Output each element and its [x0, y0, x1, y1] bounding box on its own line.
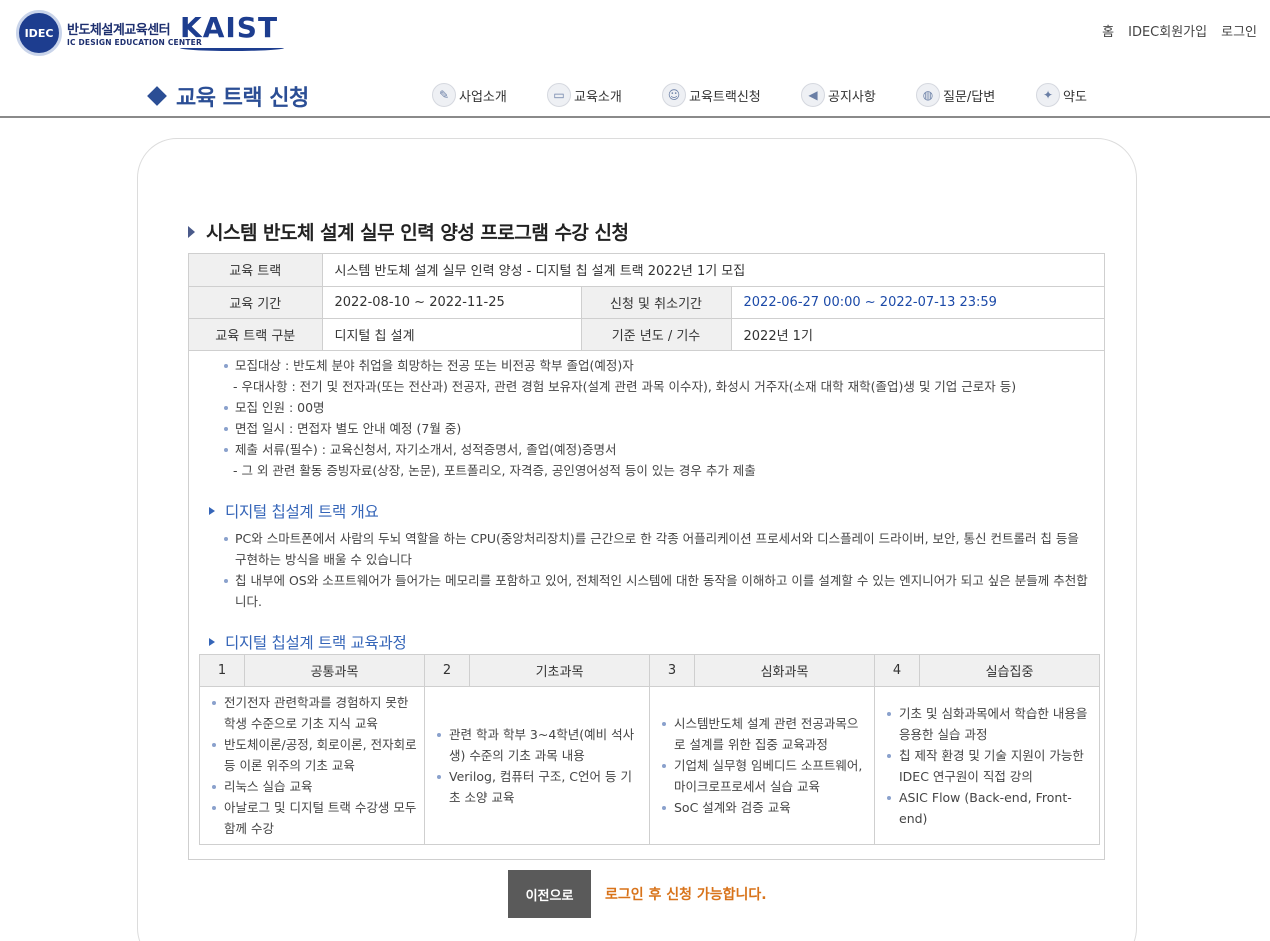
recruit-info: 모집대상 : 반도체 분야 취업을 희망하는 전공 또는 비전공 학부 졸업(예…: [189, 351, 1104, 481]
course-cell-advanced: 시스템반도체 설계 관련 전공과목으로 설계를 위한 집중 교육과정 기업체 실…: [649, 686, 875, 845]
track-label: 교육 트랙: [189, 254, 323, 287]
triangle-bullet-icon: [209, 506, 215, 515]
login-link[interactable]: 로그인: [1221, 21, 1257, 40]
list-item: ASIC Flow (Back-end, Front-end): [887, 787, 1093, 829]
page-title-text: 교육 트랙 신청: [176, 86, 309, 111]
track-value: 시스템 반도체 설계 실무 인력 양성 - 디지털 칩 설계 트랙 2022년 …: [322, 254, 1104, 287]
list-item: 모집 인원 : 00명: [224, 397, 1104, 418]
course-num: 1: [199, 654, 245, 687]
course-num: 2: [424, 654, 470, 687]
map-pin-icon: ✦: [1036, 83, 1060, 107]
login-required-note: 로그인 후 신청 가능합니다.: [605, 887, 767, 903]
kaist-logo[interactable]: KAIST: [180, 13, 284, 51]
nav-item-business[interactable]: ✎ 사업소개: [432, 83, 547, 107]
list-item: 전기전자 관련학과를 경험하지 못한 학생 수준으로 기초 지식 교육: [212, 692, 418, 734]
nav-item-map[interactable]: ✦ 약도: [1036, 83, 1116, 107]
list-item: 제출 서류(필수) : 교육신청서, 자기소개서, 성적증명서, 졸업(예정)증…: [224, 439, 1104, 460]
list-item: 칩 내부에 OS와 소프트웨어가 들어가는 메모리를 포함하고 있어, 전체적인…: [224, 570, 1092, 612]
globe-icon: ◍: [916, 83, 940, 107]
table-row: 교육 기간 2022-08-10 ~ 2022-11-25 신청 및 취소기간 …: [189, 286, 1104, 319]
program-info-table: 교육 트랙 시스템 반도체 설계 실무 인력 양성 - 디지털 칩 설계 트랙 …: [189, 254, 1104, 351]
nav-item-notice[interactable]: ◀ 공지사항: [801, 83, 916, 107]
table-row: 전기전자 관련학과를 경험하지 못한 학생 수준으로 기초 지식 교육 반도체이…: [199, 686, 1100, 845]
idec-emblem-icon: IDEC: [16, 10, 62, 56]
kaist-swoosh-icon: [180, 45, 284, 51]
program-title-text: 시스템 반도체 설계 실무 인력 양성 프로그램 수강 신청: [206, 222, 629, 244]
program-title: 시스템 반도체 설계 실무 인력 양성 프로그램 수강 신청: [186, 218, 629, 245]
main-nav: ✎ 사업소개 ▭ 교육소개 ☺ 교육트랙신청 ◀ 공지사항 ◍ 질문/답변 ✦ …: [432, 83, 1116, 107]
program-detail-area: 교육 트랙 시스템 반도체 설계 실무 인력 양성 - 디지털 칩 설계 트랙 …: [188, 253, 1105, 860]
table-header-row: 1 공통과목 2 기초과목 3 심화과목 4 실습집중: [199, 654, 1100, 687]
overview-heading: 디지털 칩설계 트랙 개요: [209, 500, 1104, 522]
list-item: - 우대사항 : 전기 및 전자과(또는 전산과) 전공자, 관련 경험 보유자…: [233, 378, 1017, 394]
book-icon: ▭: [547, 83, 571, 107]
course-num: 4: [874, 654, 920, 687]
diamond-icon: [147, 86, 167, 106]
overview-list: PC와 스마트폰에서 사람의 두뇌 역할을 하는 CPU(중앙처리장치)를 근간…: [189, 522, 1104, 612]
list-item: 면접 일시 : 면접자 별도 안내 예정 (7월 중): [224, 418, 1104, 439]
utility-links: 홈 IDEC회원가입 로그인: [1102, 21, 1257, 40]
home-link[interactable]: 홈: [1102, 21, 1114, 40]
people-icon: ☺: [662, 83, 686, 107]
list-item: Verilog, 컴퓨터 구조, C언어 등 기초 소양 교육: [437, 766, 643, 808]
list-item: 기초 및 심화과목에서 학습한 내용을 응용한 실습 과정: [887, 703, 1093, 745]
period-value: 2022-08-10 ~ 2022-11-25: [322, 286, 582, 319]
triangle-bullet-icon: [209, 637, 215, 646]
apply-period-label: 신청 및 취소기간: [581, 286, 732, 319]
megaphone-icon: ◀: [801, 83, 825, 107]
base-year-value: 2022년 1기: [731, 318, 1104, 351]
list-item: 아날로그 및 디지털 트랙 수강생 모두 함께 수강: [212, 797, 418, 839]
nav-item-track-apply[interactable]: ☺ 교육트랙신청: [662, 83, 801, 107]
table-row: 교육 트랙 시스템 반도체 설계 실무 인력 양성 - 디지털 칩 설계 트랙 …: [189, 254, 1104, 287]
site-header: IDEC 반도체설계교육센터 IC DESIGN EDUCATION CENTE…: [0, 0, 1270, 118]
page-title: 교육 트랙 신청: [147, 80, 309, 112]
nav-item-qna[interactable]: ◍ 질문/답변: [916, 83, 1036, 107]
base-year-label: 기준 년도 / 기수: [581, 318, 732, 351]
kaist-logo-text: KAIST: [180, 11, 279, 44]
list-item: SoC 설계와 검증 교육: [662, 797, 868, 818]
course-name: 실습집중: [919, 654, 1100, 687]
list-item: 모집대상 : 반도체 분야 취업을 희망하는 전공 또는 비전공 학부 졸업(예…: [224, 355, 1104, 376]
curriculum-table: 1 공통과목 2 기초과목 3 심화과목 4 실습집중 전기전자 관련학과를 경…: [199, 654, 1100, 845]
action-bar: 이전으로 로그인 후 신청 가능합니다.: [508, 870, 767, 918]
period-label: 교육 기간: [189, 286, 323, 319]
apply-period-value: 2022-06-27 00:00 ~ 2022-07-13 23:59: [731, 286, 1104, 319]
list-item: 칩 제작 환경 및 기술 지원이 가능한 IDEC 연구원이 직접 강의: [887, 745, 1093, 787]
list-item: 리눅스 실습 교육: [212, 776, 418, 797]
course-name: 심화과목: [694, 654, 875, 687]
list-item: 기업체 실무형 임베디드 소프트웨어, 마이크로프로세서 실습 교육: [662, 755, 868, 797]
list-item: PC와 스마트폰에서 사람의 두뇌 역할을 하는 CPU(중앙처리장치)를 근간…: [224, 528, 1092, 570]
course-cell-common: 전기전자 관련학과를 경험하지 못한 학생 수준으로 기초 지식 교육 반도체이…: [199, 686, 425, 845]
course-name: 기초과목: [469, 654, 650, 687]
list-item: 시스템반도체 설계 관련 전공과목으로 설계를 위한 집중 교육과정: [662, 713, 868, 755]
course-cell-basic: 관련 학과 학부 3~4학년(예비 석사생) 수준의 기초 과목 내용 Veri…: [424, 686, 650, 845]
track-type-value: 디지털 칩 설계: [322, 318, 582, 351]
curriculum-heading: 디지털 칩설계 트랙 교육과정: [209, 631, 1104, 653]
list-item: 관련 학과 학부 3~4학년(예비 석사생) 수준의 기초 과목 내용: [437, 724, 643, 766]
list-item: 반도체이론/공정, 회로이론, 전자회로 등 이론 위주의 기초 교육: [212, 734, 418, 776]
clipboard-icon: ✎: [432, 83, 456, 107]
course-cell-practice: 기초 및 심화과목에서 학습한 내용을 응용한 실습 과정 칩 제작 환경 및 …: [874, 686, 1100, 845]
nav-item-education[interactable]: ▭ 교육소개: [547, 83, 662, 107]
signup-link[interactable]: IDEC회원가입: [1128, 21, 1207, 40]
prev-button[interactable]: 이전으로: [508, 870, 591, 918]
course-num: 3: [649, 654, 695, 687]
list-item: - 그 외 관련 활동 증빙자료(상장, 논문), 포트폴리오, 자격증, 공인…: [233, 462, 756, 478]
title-bullet-icon: [186, 225, 198, 239]
table-row: 교육 트랙 구분 디지털 칩 설계 기준 년도 / 기수 2022년 1기: [189, 318, 1104, 351]
track-type-label: 교육 트랙 구분: [189, 318, 323, 351]
course-name: 공통과목: [244, 654, 425, 687]
idec-logo[interactable]: IDEC 반도체설계교육센터 IC DESIGN EDUCATION CENTE…: [16, 10, 202, 56]
